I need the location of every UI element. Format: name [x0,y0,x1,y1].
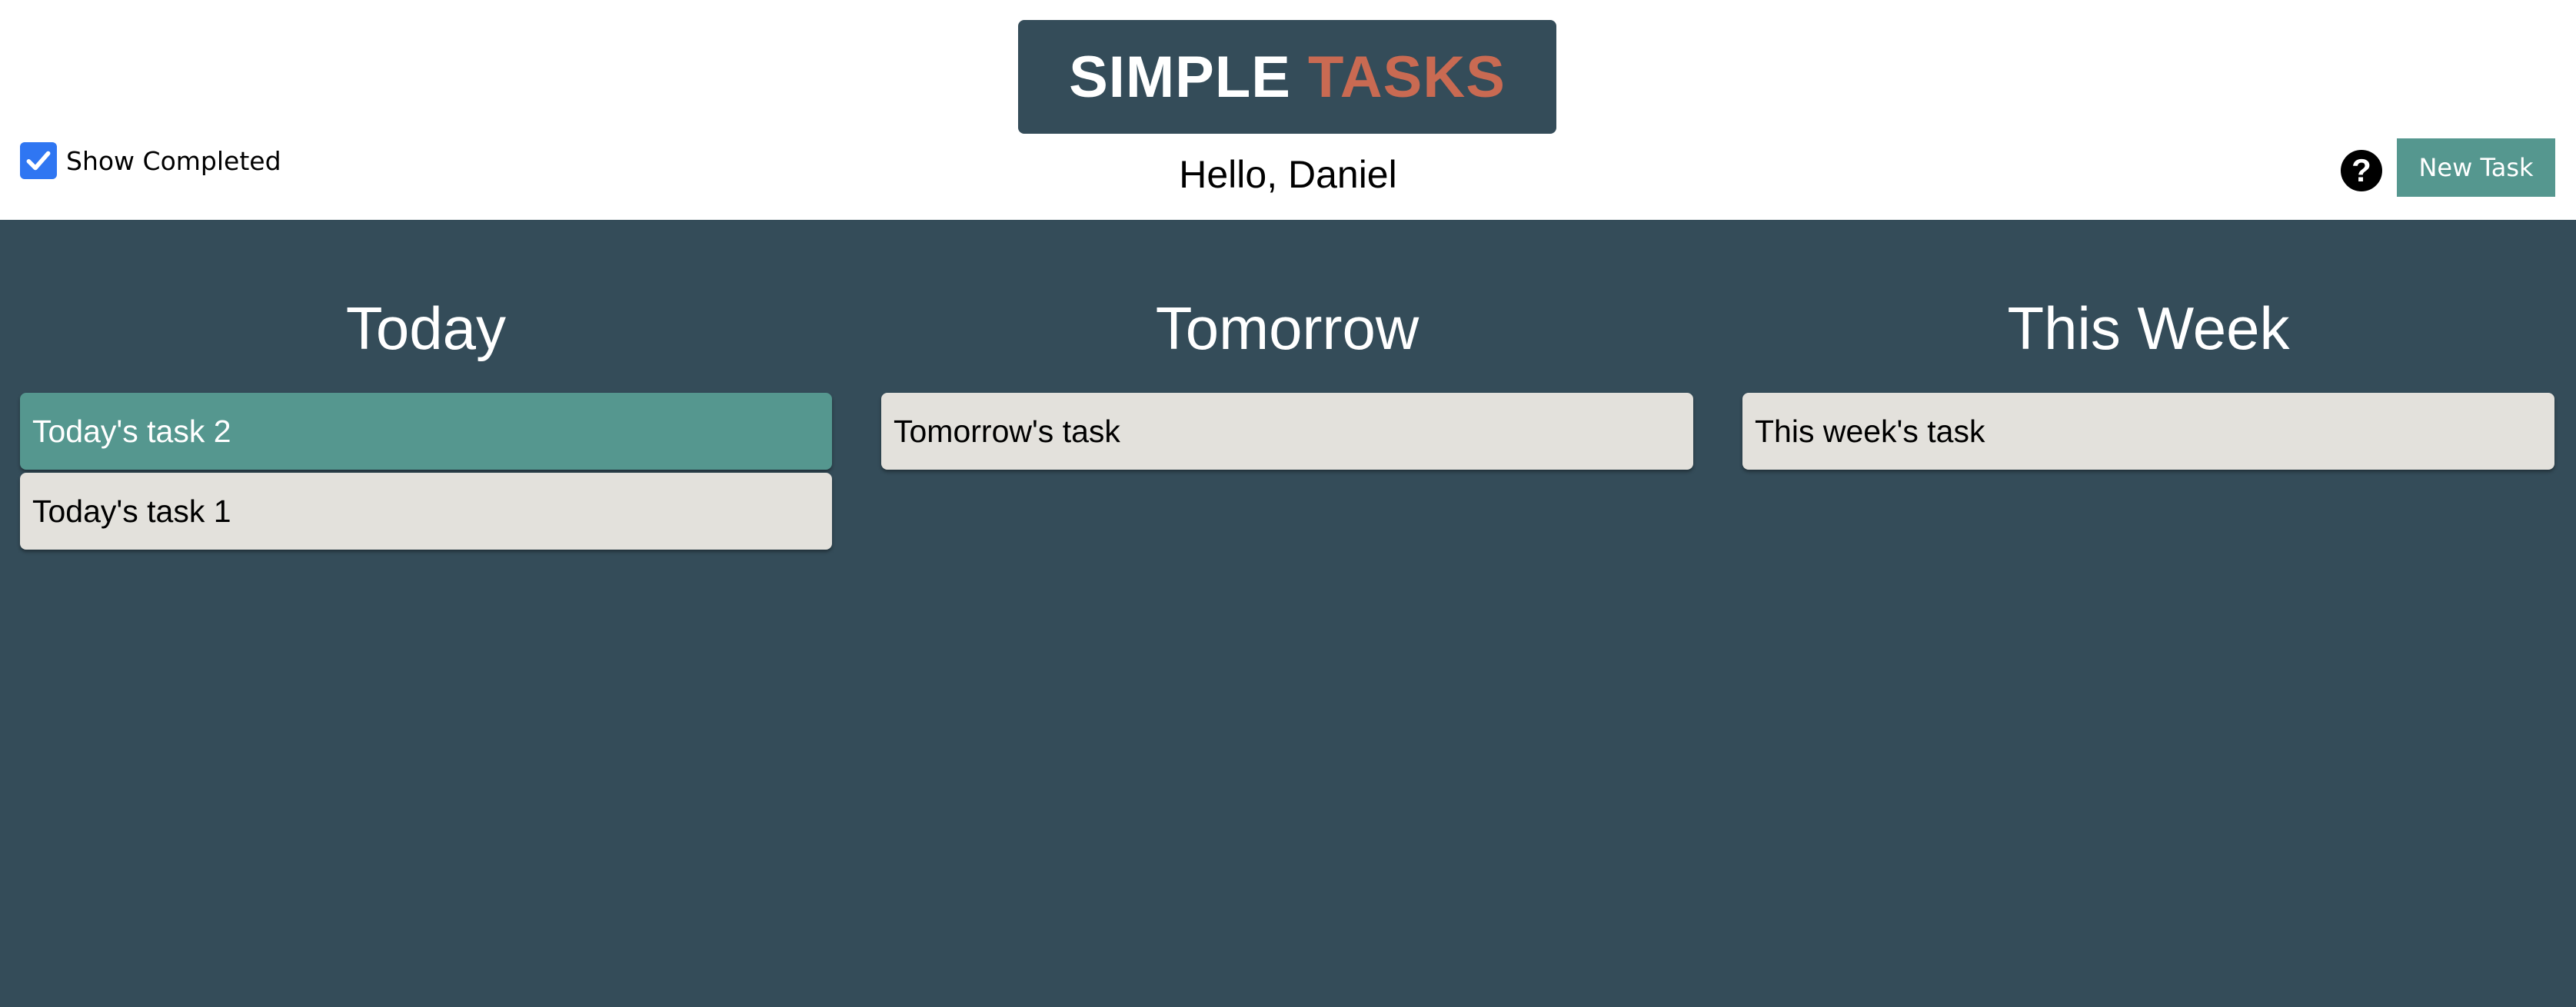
help-icon[interactable]: ? [2341,150,2382,191]
greeting: Hello, Daniel [1179,153,1397,196]
task-card[interactable]: This week's task [1742,393,2554,470]
logo-word-simple: SIMPLE [1069,44,1291,110]
header: SIMPLE TASKS Show Completed Hello, Danie… [0,0,2576,220]
task-board: Today Today's task 2 Today's task 1 Tomo… [0,220,2576,1007]
logo-word-tasks: TASKS [1307,44,1506,110]
app-logo: SIMPLE TASKS [1018,20,1556,134]
column-title: Today [345,294,507,362]
column-title: This Week [2007,294,2290,362]
task-card[interactable]: Today's task 2 [20,393,832,470]
task-card[interactable]: Tomorrow's task [881,393,1693,470]
new-task-button[interactable]: New Task [2397,138,2555,197]
task-card[interactable]: Today's task 1 [20,473,832,550]
column-title: Tomorrow [1155,294,1419,362]
